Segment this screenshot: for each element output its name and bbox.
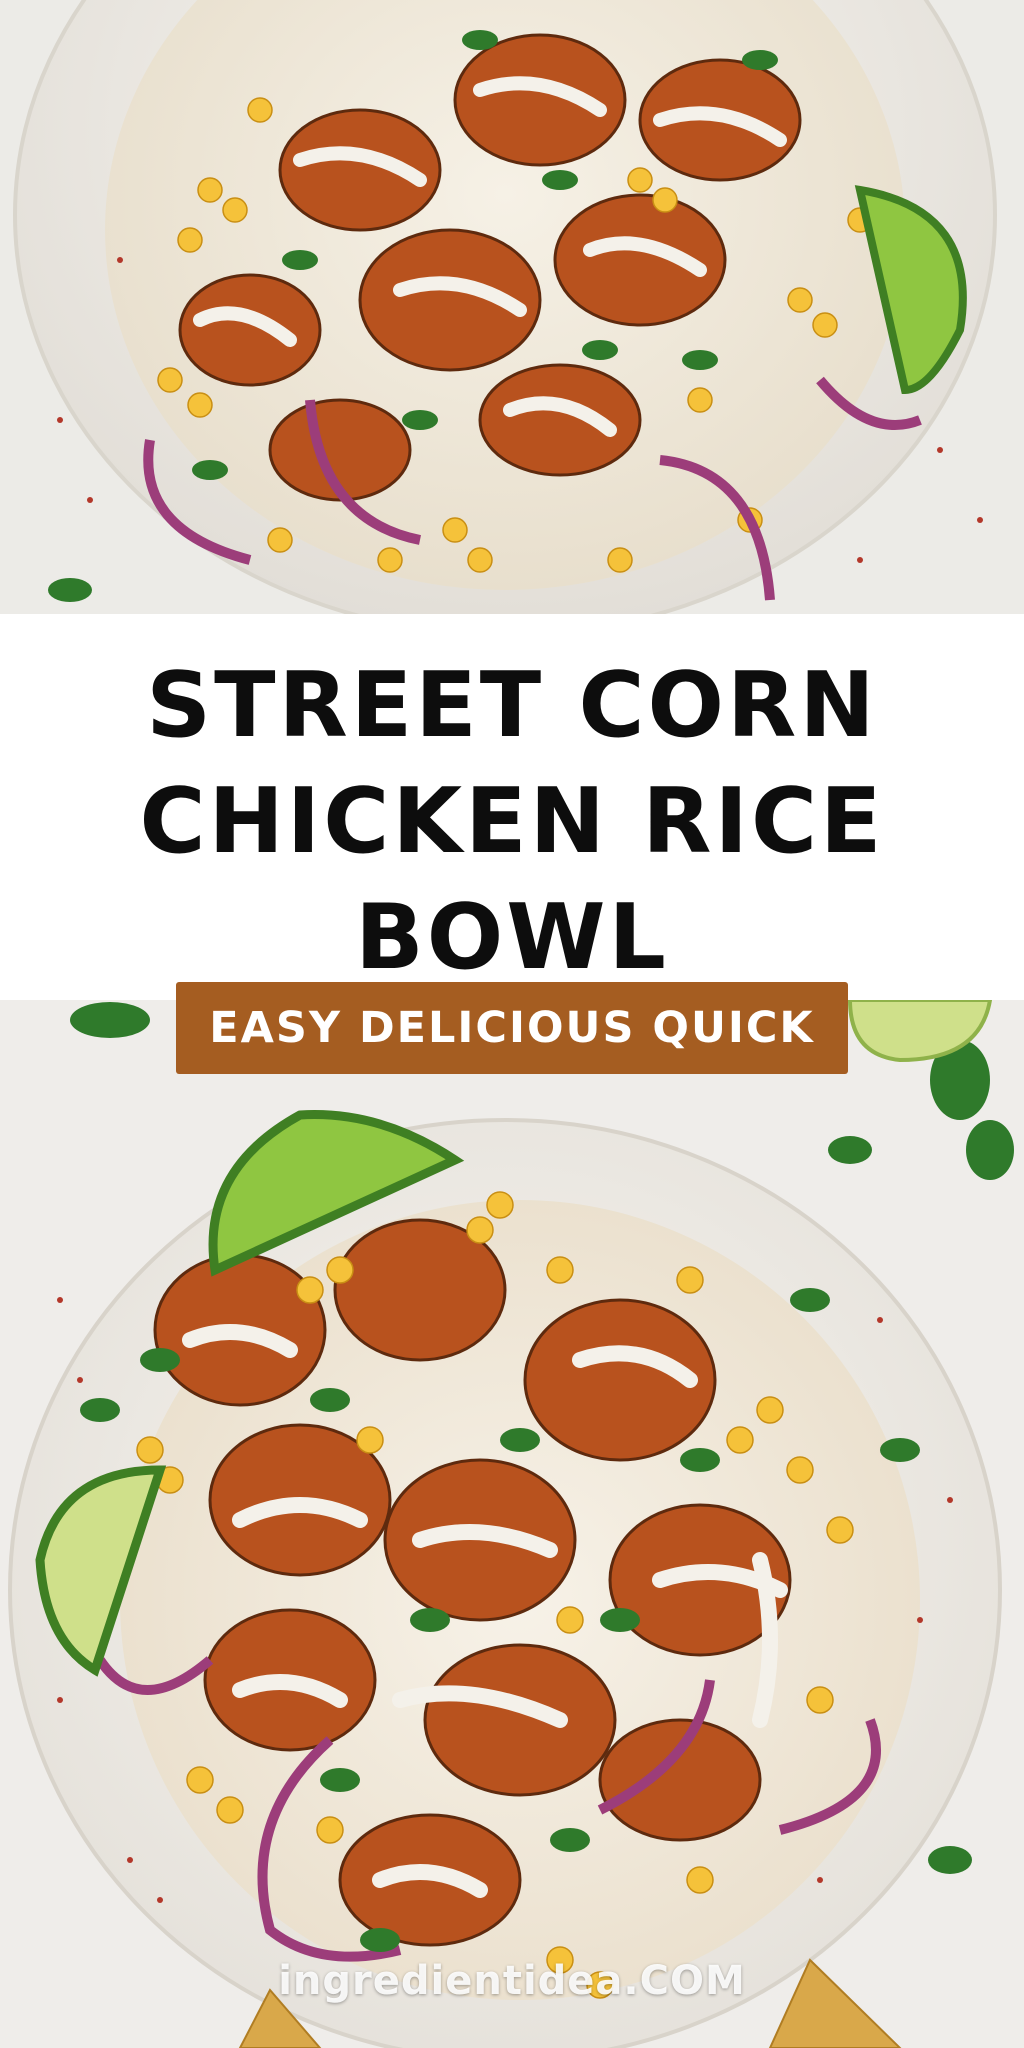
- title-line-1: STREET CORN: [146, 653, 878, 758]
- title-band: STREET CORN CHICKEN RICE BOWL: [0, 614, 1024, 1000]
- site-watermark: ingredientidea.COM: [278, 1958, 746, 2004]
- title-line-3: BOWL: [355, 885, 669, 990]
- bottom-bowl-illustration: [0, 1000, 1024, 2048]
- tagline-badge: EASY DELICIOUS QUICK: [176, 982, 848, 1074]
- top-bowl-photo: [0, 0, 1024, 614]
- recipe-title: STREET CORN CHICKEN RICE BOWL: [40, 648, 984, 996]
- title-line-2: CHICKEN RICE: [139, 769, 885, 874]
- bottom-bowl-photo: [0, 1000, 1024, 2048]
- top-bowl-illustration: [0, 0, 1024, 614]
